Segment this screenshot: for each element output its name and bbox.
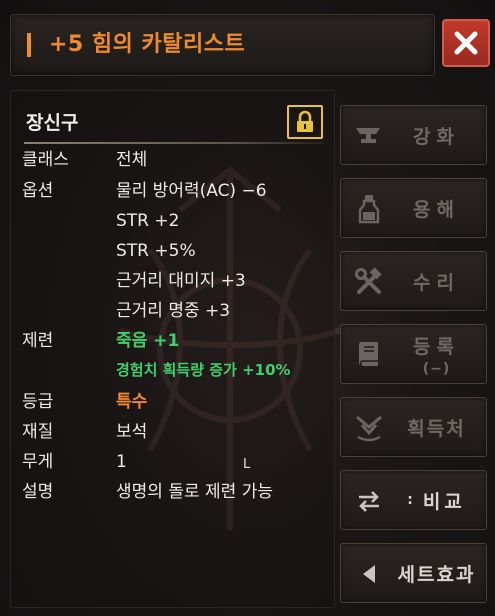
repair-label: 수리 xyxy=(413,271,460,294)
compare-button[interactable]: : 비교 xyxy=(340,470,487,530)
lock-icon xyxy=(297,110,313,132)
set-effect-button[interactable]: 세트효과 xyxy=(340,543,487,603)
compare-label-group: : 비교 xyxy=(393,471,480,529)
grade-value: 특수 xyxy=(116,392,148,412)
stat-value: STR +5% xyxy=(116,241,196,261)
refine-value: 죽음 +1 xyxy=(116,331,180,351)
compare-label: 비교 xyxy=(422,490,466,513)
register-button[interactable]: 등록 (−) xyxy=(340,324,487,384)
title-accent-bar xyxy=(27,33,31,57)
close-icon xyxy=(454,31,478,55)
register-count: (−) xyxy=(422,360,451,377)
anvil-icon xyxy=(353,120,385,152)
stat-value: 근거리 명중 +3 xyxy=(116,301,231,321)
stat-value: 근거리 대미지 +3 xyxy=(116,271,246,291)
dissolve-label: 용해 xyxy=(413,198,460,221)
enhance-label: 강화 xyxy=(413,125,460,148)
stat-value: 전체 xyxy=(116,150,148,170)
stat-value: 1 xyxy=(116,452,127,472)
triangle-left-icon xyxy=(353,558,385,590)
stat-value: 물리 방어력(AC) −6 xyxy=(116,181,267,201)
header-divider xyxy=(24,142,324,144)
set-effect-label: 세트효과 xyxy=(397,563,476,586)
stat-value: 생명의 돌로 제련 가능 xyxy=(116,482,273,502)
enhance-button[interactable]: 강화 xyxy=(340,105,487,165)
repair-button[interactable]: 수리 xyxy=(340,251,487,311)
drop-location-icon xyxy=(353,412,385,444)
stat-label: 무게 xyxy=(22,452,54,472)
book-icon xyxy=(353,339,385,371)
lock-toggle[interactable] xyxy=(287,105,323,139)
stat-label: 클래스 xyxy=(22,150,69,170)
stat-label: 재질 xyxy=(22,422,54,442)
stat-value: 보석 xyxy=(116,422,148,442)
stat-label: 등급 xyxy=(22,392,54,412)
refine-value: 경험치 획득량 증가 +10% xyxy=(116,361,291,379)
register-label-group: 등록 (−) xyxy=(393,325,480,383)
potion-bottle-icon xyxy=(353,193,385,225)
item-type-label: 장신구 xyxy=(26,112,79,134)
swap-arrows-icon xyxy=(353,485,385,517)
acquisition-source-button[interactable]: 획득처 xyxy=(340,397,487,457)
acquisition-source-label: 획득처 xyxy=(407,417,466,440)
stat-label: 옵션 xyxy=(22,181,54,201)
hammer-wrench-icon xyxy=(353,266,385,298)
title-bar: +5 힘의 카탈리스트 xyxy=(10,14,435,76)
stat-value: STR +2 xyxy=(116,211,180,231)
stat-label: 제련 xyxy=(22,331,54,351)
register-label: 등록 xyxy=(413,335,460,358)
dissolve-button[interactable]: 용해 xyxy=(340,178,487,238)
stat-label: 설명 xyxy=(22,482,54,502)
item-title: +5 힘의 카탈리스트 xyxy=(49,32,246,57)
compare-prefix: : xyxy=(407,492,417,508)
close-button[interactable] xyxy=(442,19,490,67)
cursor-text: L xyxy=(243,457,251,472)
